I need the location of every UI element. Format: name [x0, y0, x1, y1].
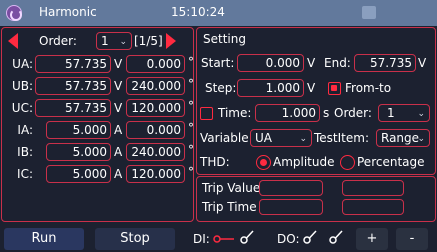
magnitude-field[interactable]: 5.000	[46, 143, 111, 161]
magnitude-unit: V	[114, 79, 123, 93]
minus-button[interactable]: -	[396, 228, 428, 250]
setting-header: Setting	[203, 32, 246, 46]
magnitude-unit: V	[114, 101, 123, 115]
do-switch-open-icon	[329, 229, 345, 245]
di-label: DI:	[193, 232, 210, 246]
magnitude-unit: A	[114, 145, 123, 159]
start-field[interactable]: 0.000	[237, 54, 304, 72]
chevron-down-icon: ⌄	[417, 134, 425, 144]
percentage-radio[interactable]	[340, 155, 355, 170]
variable-select[interactable]: UA ⌄	[250, 129, 312, 147]
percentage-label: Percentage	[357, 155, 425, 169]
amplitude-label: Amplitude	[273, 155, 335, 169]
channel-label: IC:	[17, 167, 33, 181]
app-title: Harmonic	[39, 5, 97, 19]
chevron-down-icon: ⌄	[417, 109, 425, 119]
magnitude-field[interactable]: 5.000	[46, 165, 111, 183]
setting-order-select[interactable]: 1 ⌄	[378, 104, 430, 122]
magnitude-unit: V	[114, 57, 123, 71]
trip-value-field-1	[259, 180, 323, 196]
angle-field[interactable]: 240.000	[126, 77, 185, 95]
angle-unit: °	[188, 99, 194, 113]
next-order-arrow-icon[interactable]	[166, 33, 176, 49]
run-button[interactable]: Run	[4, 228, 84, 250]
title-bar: Harmonic 15:10:24	[0, 0, 437, 26]
do-switch-open-icon	[303, 229, 319, 245]
angle-field[interactable]: 0.000	[126, 55, 185, 73]
channel-label: IB:	[17, 145, 33, 159]
angle-field[interactable]: 120.000	[126, 165, 185, 183]
setting-order-label: Order:	[334, 106, 372, 120]
do-label: DO:	[277, 232, 300, 246]
angle-unit: °	[188, 77, 194, 91]
end-label: End:	[324, 56, 351, 70]
channel-label: UA:	[12, 57, 33, 71]
channel-label: UC:	[11, 101, 33, 115]
stop-button[interactable]: Stop	[95, 228, 175, 250]
di-switch-closed-icon	[213, 231, 235, 245]
time-field[interactable]: 1.000	[255, 104, 320, 122]
end-unit: V	[418, 56, 427, 70]
trip-value-field-2	[342, 180, 404, 196]
thd-label: THD:	[200, 155, 230, 169]
magnitude-field[interactable]: 57.735	[35, 55, 111, 73]
time-label: Time:	[218, 106, 252, 120]
magnitude-unit: A	[114, 123, 123, 137]
angle-unit: °	[188, 143, 194, 157]
step-label: Step:	[205, 81, 237, 95]
from-to-label: From-to	[345, 81, 392, 95]
magnitude-unit: A	[114, 167, 123, 181]
plus-button[interactable]: +	[356, 228, 388, 250]
prev-order-arrow-icon[interactable]	[8, 33, 18, 49]
order-label: Order:	[39, 34, 77, 48]
angle-unit: °	[188, 165, 194, 179]
time-unit: s	[323, 106, 330, 120]
order-select[interactable]: 1 ⌄	[96, 32, 132, 50]
time-checkbox[interactable]	[200, 107, 213, 120]
magnitude-field[interactable]: 57.735	[35, 99, 111, 117]
variable-value: UA	[255, 131, 272, 145]
magnitude-field[interactable]: 5.000	[46, 121, 111, 139]
step-field[interactable]: 1.000	[237, 79, 304, 97]
step-unit: V	[307, 81, 316, 95]
setting-order-value: 1	[387, 106, 395, 120]
app-logo-icon	[6, 5, 22, 21]
from-to-checkbox[interactable]	[328, 82, 341, 95]
trip-time-field-1	[259, 199, 323, 215]
order-pages: [1/5]	[134, 34, 163, 48]
testitem-value: Range	[381, 131, 420, 145]
channel-label: IA:	[17, 123, 33, 137]
di-switch-open-icon	[240, 229, 256, 245]
angle-field[interactable]: 240.000	[126, 143, 185, 161]
testitem-select[interactable]: Range ⌄	[376, 129, 430, 147]
testitem-label: TestItem:	[314, 131, 369, 145]
channel-label: UB:	[11, 79, 33, 93]
angle-field[interactable]: 120.000	[126, 99, 185, 117]
magnitude-field[interactable]: 57.735	[35, 77, 111, 95]
chevron-down-icon: ⌄	[119, 37, 127, 47]
angle-field[interactable]: 0.000	[126, 121, 185, 139]
clock-time: 15:10:24	[171, 5, 225, 19]
chevron-down-icon: ⌄	[299, 134, 307, 144]
trip-time-field-2	[342, 199, 404, 215]
order-select-value: 1	[101, 34, 109, 48]
angle-unit: °	[188, 55, 194, 69]
start-label: Start:	[201, 56, 235, 70]
angle-unit: °	[188, 121, 194, 135]
status-indicator-icon	[362, 6, 376, 19]
amplitude-radio[interactable]	[256, 155, 271, 170]
variable-label: Variable:	[200, 131, 253, 145]
start-unit: V	[307, 56, 316, 70]
end-field[interactable]: 57.735	[354, 54, 416, 72]
trip-time-label: Trip Time	[202, 200, 257, 214]
trip-value-label: Trip Value	[202, 181, 261, 195]
